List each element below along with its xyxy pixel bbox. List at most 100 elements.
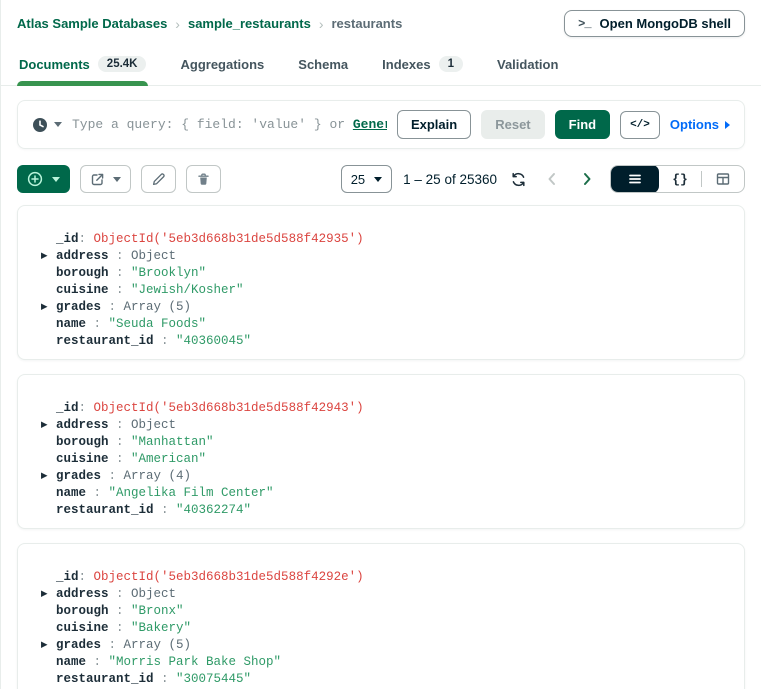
document-field-row: _id: ObjectId('5eb3d668b31de5d588f42943'… (56, 400, 724, 417)
tab-label: Indexes (382, 57, 430, 72)
pagination-range: 1 – 25 of 25360 (403, 172, 497, 187)
field-value: "Bronx" (131, 603, 184, 620)
breadcrumb-databases[interactable]: Atlas Sample Databases (17, 16, 167, 31)
field-value: Object (131, 248, 176, 265)
next-page-button[interactable] (575, 171, 599, 187)
tab-label: Documents (19, 57, 90, 72)
reset-button[interactable]: Reset (481, 110, 544, 139)
options-label: Options (670, 117, 719, 132)
chevron-down-icon (54, 122, 62, 127)
tab-aggregations[interactable]: Aggregations (178, 45, 266, 85)
caret-right-icon (725, 121, 730, 129)
document-list: _id: ObjectId('5eb3d668b31de5d588f42935'… (17, 205, 745, 689)
update-documents-button[interactable] (141, 165, 176, 193)
field-key: grades (56, 299, 101, 316)
field-value: Array (4) (124, 468, 192, 485)
generate-query-link[interactable]: Generate query (353, 117, 387, 132)
document-field-row: ▶grades : Array (5) (56, 299, 724, 316)
field-key: cuisine (56, 620, 109, 637)
field-key: restaurant_id (56, 671, 154, 688)
query-options-toggle[interactable]: Options (670, 117, 734, 132)
tab-validation[interactable]: Validation (495, 45, 560, 85)
chevron-down-icon (52, 177, 60, 182)
field-key: name (56, 654, 86, 671)
field-key: _id (56, 569, 79, 586)
collection-view: Atlas Sample Databases › sample_restaura… (0, 0, 761, 689)
field-key: restaurant_id (56, 502, 154, 519)
query-history-dropdown[interactable] (32, 117, 62, 133)
field-key: name (56, 485, 86, 502)
json-view-button[interactable]: {} (659, 165, 701, 193)
find-button[interactable]: Find (555, 110, 610, 139)
field-key: address (56, 586, 109, 603)
field-value: "Seuda Foods" (109, 316, 207, 333)
table-view-icon (715, 171, 731, 187)
field-value: Object (131, 586, 176, 603)
field-value: "Jewish/Kosher" (131, 282, 244, 299)
expand-caret-icon[interactable]: ▶ (41, 468, 56, 485)
field-value: ObjectId('5eb3d668b31de5d588f42935') (94, 231, 364, 248)
breadcrumb-database[interactable]: sample_restaurants (188, 16, 311, 31)
terminal-icon: >_ (578, 17, 590, 31)
documents-count-badge: 25.4K (98, 56, 147, 72)
export-data-button[interactable] (80, 165, 131, 193)
tab-label: Validation (497, 57, 558, 72)
field-value: "Angelika Film Center" (109, 485, 274, 502)
document-field-row: _id: ObjectId('5eb3d668b31de5d588f42935'… (56, 231, 724, 248)
field-value: ObjectId('5eb3d668b31de5d588f4292e') (94, 569, 364, 586)
braces-icon: {} (672, 172, 688, 187)
document-card: _id: ObjectId('5eb3d668b31de5d588f42935'… (17, 205, 745, 360)
list-view-button[interactable] (611, 165, 659, 193)
refresh-button[interactable] (508, 171, 529, 188)
document-field-row: borough : "Manhattan" (56, 434, 724, 451)
toolbar-right: 25 1 – 25 of 25360 {} (341, 165, 745, 193)
chevron-down-icon (374, 177, 382, 182)
clock-icon (32, 117, 48, 133)
expand-caret-icon[interactable]: ▶ (41, 637, 56, 654)
field-value: Object (131, 417, 176, 434)
field-key: address (56, 248, 109, 265)
expand-caret-icon[interactable]: ▶ (41, 299, 56, 316)
field-key: grades (56, 468, 101, 485)
page-size-select[interactable]: 25 (341, 165, 392, 193)
field-value: ObjectId('5eb3d668b31de5d588f42943') (94, 400, 364, 417)
list-view-icon (627, 171, 643, 187)
add-data-button[interactable] (17, 165, 70, 193)
pencil-icon (151, 172, 166, 187)
delete-documents-button[interactable] (186, 165, 221, 193)
refresh-icon (510, 171, 527, 188)
field-key: cuisine (56, 451, 109, 468)
expand-caret-icon[interactable]: ▶ (41, 417, 56, 434)
previous-page-button[interactable] (540, 171, 564, 187)
open-mongodb-shell-button[interactable]: >_ Open MongoDB shell (564, 10, 745, 37)
document-field-row: ▶address : Object (56, 586, 724, 603)
document-field-row: name : "Angelika Film Center" (56, 485, 724, 502)
document-field-row: cuisine : "Bakery" (56, 620, 724, 637)
explain-button[interactable]: Explain (397, 110, 471, 139)
tab-schema[interactable]: Schema (296, 45, 350, 85)
chevron-down-icon (113, 177, 121, 182)
query-placeholder: Type a query: { field: 'value' } or (72, 117, 353, 132)
field-value: "40362274" (176, 502, 251, 519)
field-value: "30075445" (176, 671, 251, 688)
field-key: _id (56, 400, 79, 417)
field-key: grades (56, 637, 101, 654)
indexes-count-badge: 1 (439, 56, 463, 72)
query-bar: Type a query: { field: 'value' } or Gene… (17, 100, 745, 149)
table-view-button[interactable] (702, 165, 744, 193)
breadcrumb: Atlas Sample Databases › sample_restaura… (17, 16, 402, 32)
tab-documents[interactable]: Documents 25.4K (17, 45, 148, 85)
expand-caret-icon[interactable]: ▶ (41, 248, 56, 265)
document-field-row: restaurant_id : "30075445" (56, 671, 724, 688)
tab-label: Schema (298, 57, 348, 72)
expand-caret-icon[interactable]: ▶ (41, 586, 56, 603)
tab-indexes[interactable]: Indexes 1 (380, 45, 465, 85)
export-to-language-button[interactable]: </> (620, 111, 660, 139)
chevron-left-icon (544, 171, 560, 187)
document-field-row: ▶address : Object (56, 417, 724, 434)
query-input[interactable]: Type a query: { field: 'value' } or Gene… (72, 117, 387, 132)
plus-circle-icon (27, 171, 43, 187)
field-value: Array (5) (124, 299, 192, 316)
chevron-separator-icon: › (319, 16, 324, 32)
field-value: "Morris Park Bake Shop" (109, 654, 282, 671)
